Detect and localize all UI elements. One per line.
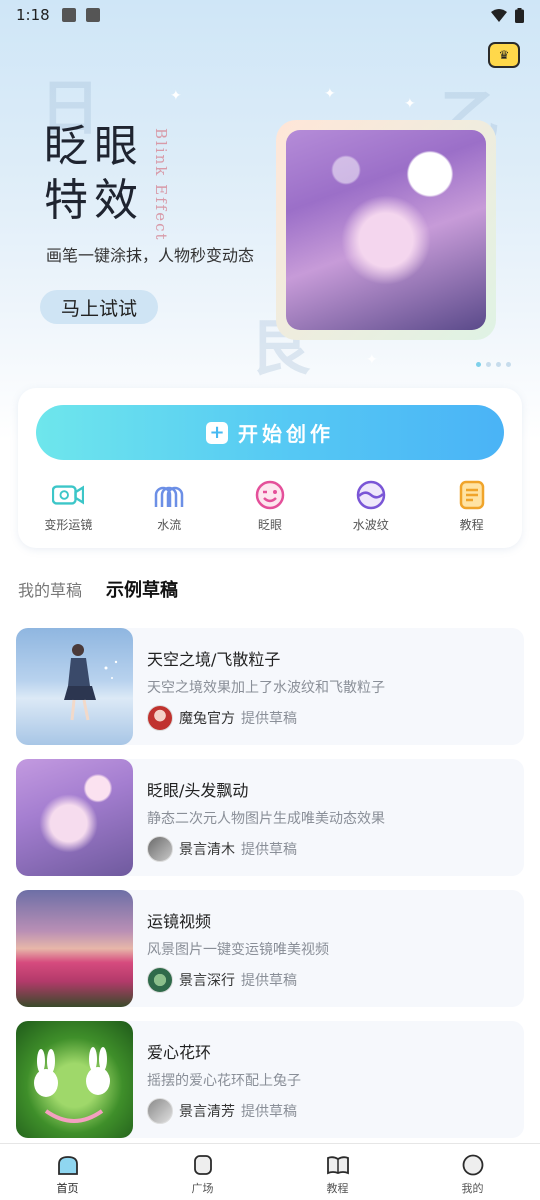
vip-crown-button[interactable]: ♛ — [488, 42, 520, 68]
carousel-dot — [476, 362, 481, 367]
tool-card: + 开始创作 变形运镜 水流 眨眼 水波纹 教程 — [18, 388, 522, 548]
status-time: 1:18 — [16, 6, 50, 24]
sparkle-icon: ✦ — [170, 88, 182, 104]
author-name: 魔兔官方 — [179, 711, 235, 727]
hero-description: 画笔一键涂抹，人物秒变动态 — [46, 246, 255, 265]
avatar — [147, 967, 173, 993]
tool-label: 教程 — [459, 518, 484, 532]
tool-label: 眨眼 — [257, 518, 282, 532]
home-icon — [57, 1156, 78, 1175]
tool-wink[interactable]: 眨眼 — [220, 480, 321, 533]
carousel-dot — [496, 362, 501, 367]
nav-home[interactable]: 首页 — [0, 1144, 135, 1200]
avatar — [147, 1098, 173, 1124]
author-suffix: 提供草稿 — [241, 842, 297, 858]
draft-description: 天空之境效果加上了水波纹和飞散粒子 — [147, 680, 385, 696]
book-icon — [326, 1156, 349, 1175]
tool-label: 水流 — [157, 518, 182, 532]
draft-title: 爱心花环 — [147, 1043, 212, 1062]
camera-morph-icon — [52, 480, 85, 510]
nav-label: 我的 — [461, 1182, 484, 1195]
draft-description: 风景图片一键变运镜唯美视频 — [147, 942, 329, 958]
carousel-dot — [486, 362, 491, 367]
nav-square[interactable]: 广场 — [135, 1144, 270, 1200]
draft-tabs: 我的草稿 示例草稿 — [18, 576, 178, 602]
profile-icon — [462, 1154, 483, 1176]
wink-face-icon — [254, 480, 286, 510]
author-name: 景言清木 — [179, 842, 235, 858]
tool-water-ripple[interactable]: 水波纹 — [320, 480, 421, 533]
tool-morph-camera[interactable]: 变形运镜 — [18, 480, 119, 533]
draft-author: 景言清木 提供草稿 — [147, 836, 297, 862]
hero-subtitle-en: Blink Effect — [152, 128, 170, 242]
list-item[interactable]: 运镜视频 风景图片一键变运镜唯美视频 景言深行 提供草稿 — [16, 890, 524, 1007]
nav-label: 广场 — [191, 1182, 214, 1195]
tool-label: 水波纹 — [352, 518, 389, 532]
hero-anime-girl-image — [286, 130, 486, 330]
nav-label: 教程 — [326, 1182, 349, 1195]
sparkle-icon: ✦ — [366, 352, 378, 368]
draft-title: 运镜视频 — [147, 912, 212, 931]
draft-list: 天空之境/飞散粒子 天空之境效果加上了水波纹和飞散粒子 魔兔官方 提供草稿 眨眼… — [16, 628, 524, 1152]
author-suffix: 提供草稿 — [241, 711, 297, 727]
avatar — [147, 705, 173, 731]
wifi-icon — [491, 8, 507, 22]
hero-image-frame[interactable] — [276, 120, 496, 340]
image-notification-icon — [61, 8, 76, 22]
draft-thumbnail — [16, 1021, 133, 1138]
author-suffix: 提供草稿 — [241, 1104, 297, 1120]
tool-label: 变形运镜 — [44, 518, 93, 532]
carousel-indicator — [476, 362, 511, 367]
tool-tutorial[interactable]: 教程 — [421, 480, 522, 533]
water-flow-icon — [153, 480, 185, 510]
sparkle-icon: ✦ — [324, 86, 336, 102]
draft-author: 景言清芳 提供草稿 — [147, 1098, 297, 1124]
nav-label: 首页 — [56, 1182, 79, 1195]
crown-icon: ♛ — [498, 48, 510, 62]
sparkle-icon: ✦ — [404, 96, 416, 112]
draft-description: 静态二次元人物图片生成唯美动态效果 — [147, 811, 385, 827]
draft-thumbnail — [16, 890, 133, 1007]
tutorial-doc-icon — [456, 480, 488, 510]
draft-author: 景言深行 提供草稿 — [147, 967, 297, 993]
draft-title: 眨眼/头发飘动 — [147, 781, 249, 800]
draft-description: 摇摆的爱心花环配上兔子 — [147, 1073, 301, 1089]
start-create-label: 开始创作 — [238, 422, 334, 446]
list-item[interactable]: 天空之境/飞散粒子 天空之境效果加上了水波纹和飞散粒子 魔兔官方 提供草稿 — [16, 628, 524, 745]
draft-thumbnail — [16, 759, 133, 876]
tool-row: 变形运镜 水流 眨眼 水波纹 教程 — [18, 480, 522, 533]
author-name: 景言清芳 — [179, 1104, 235, 1120]
square-icon — [193, 1155, 212, 1175]
carousel-dot — [506, 362, 511, 367]
tool-water-flow[interactable]: 水流 — [119, 480, 220, 533]
app-notification-icon — [85, 8, 100, 22]
status-bar: 1:18 — [0, 0, 540, 30]
nav-tutorial[interactable]: 教程 — [270, 1144, 405, 1200]
water-ripple-icon — [355, 480, 387, 510]
list-item[interactable]: 眨眼/头发飘动 静态二次元人物图片生成唯美动态效果 景言清木 提供草稿 — [16, 759, 524, 876]
author-suffix: 提供草稿 — [241, 973, 297, 989]
try-now-button[interactable]: 马上试试 — [40, 290, 158, 324]
nav-profile[interactable]: 我的 — [405, 1144, 540, 1200]
author-name: 景言深行 — [179, 973, 235, 989]
draft-thumbnail — [16, 628, 133, 745]
tab-my-drafts[interactable]: 我的草稿 — [18, 577, 82, 601]
battery-icon — [515, 7, 524, 23]
start-create-button[interactable]: + 开始创作 — [36, 405, 504, 460]
list-item[interactable]: 爱心花环 摇摆的爱心花环配上兔子 景言清芳 提供草稿 — [16, 1021, 524, 1138]
draft-author: 魔兔官方 提供草稿 — [147, 705, 297, 731]
plus-icon: + — [206, 421, 228, 444]
draft-title: 天空之境/飞散粒子 — [147, 650, 281, 669]
bottom-nav: 首页 广场 教程 我的 — [0, 1143, 540, 1200]
avatar — [147, 836, 173, 862]
tab-sample-drafts[interactable]: 示例草稿 — [106, 576, 178, 602]
